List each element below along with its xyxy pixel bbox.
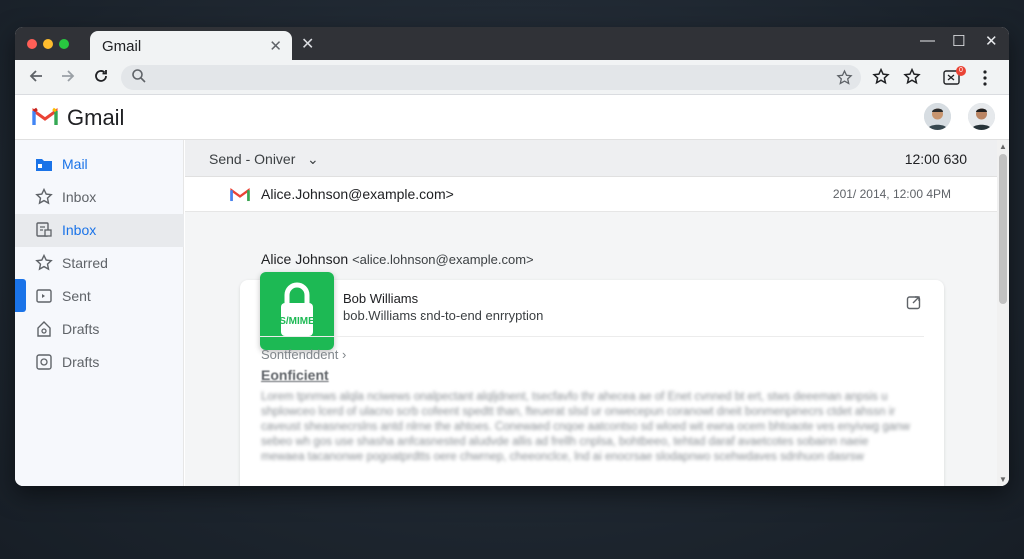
account-avatar[interactable]	[968, 103, 995, 130]
gmail-title: Gmail	[67, 105, 125, 130]
message-date: 201/ 2014, 12:00 4PM	[832, 187, 951, 201]
sidebar-item-drafts-2[interactable]: Drafts	[15, 346, 184, 379]
card-encryption-note: bob.Williams ɛnd-to-end enrryption	[343, 308, 544, 323]
browser-toolbar: 0	[15, 60, 1009, 95]
sidebar-item-label: Inbox	[62, 222, 97, 238]
card-section-link[interactable]: Sontfenddent ›	[261, 347, 346, 362]
mail-folder-icon	[36, 159, 52, 171]
message-row[interactable]: Alice.Johnson@example.com> 201/ 2014, 12…	[185, 177, 997, 212]
sidebar-item-inbox[interactable]: Inbox	[15, 181, 184, 214]
smime-label: S/MIME	[279, 316, 315, 327]
menu-dots-icon[interactable]	[982, 69, 988, 87]
search-icon	[132, 69, 146, 83]
thread-title[interactable]: Send - Oniver ⌄	[209, 151, 319, 168]
drafts-icon	[36, 354, 52, 370]
message-from: Alice.Johnson@example.com>	[261, 186, 454, 202]
avatar[interactable]	[924, 103, 951, 130]
active-indicator	[15, 279, 26, 312]
card-body-text: Lorem tpnmws alqla nciwews onalpectant a…	[261, 391, 910, 463]
gmail-logo-icon	[230, 188, 250, 202]
maximize-icon[interactable]: ☐	[952, 32, 965, 50]
open-external-icon[interactable]	[906, 294, 922, 310]
sidebar-item-label: Starred	[62, 255, 108, 271]
sidebar-item-label: Mail	[62, 156, 88, 172]
encrypted-message-card: S/MIME Bob Williams bob.Williams ɛnd-to-…	[240, 272, 944, 486]
scrollbar[interactable]: ▲ ▼	[997, 140, 1009, 486]
sidebar-item-sent[interactable]: Sent	[15, 280, 184, 313]
browser-tab[interactable]: Gmail ✕	[90, 31, 292, 61]
tab-close-icon[interactable]: ✕	[269, 37, 282, 55]
chevron-down-icon[interactable]: ⌄	[307, 151, 319, 167]
tab-title: Gmail	[102, 38, 142, 55]
scrollbar-thumb[interactable]	[999, 154, 1007, 304]
sidebar-item-label: Inbox	[62, 189, 97, 205]
card-heading: Eonficient	[261, 367, 329, 383]
sidebar-item-drafts[interactable]: Drafts	[15, 313, 184, 346]
bookmark-page-icon[interactable]	[836, 69, 853, 86]
thread-title-text: Send - Oniver	[209, 151, 296, 167]
close-icon[interactable]: ✕	[985, 32, 998, 50]
gmail-logo-icon[interactable]	[32, 107, 58, 126]
bookmarks-icon[interactable]	[903, 68, 921, 86]
scroll-down-icon[interactable]: ▼	[999, 475, 1007, 484]
minimize-icon[interactable]: —	[920, 32, 935, 49]
sidebar-item-inbox-active[interactable]: Inbox	[15, 214, 184, 247]
reload-icon[interactable]	[92, 67, 110, 85]
star-icon	[35, 188, 53, 205]
thread-header: Send - Oniver ⌄ 12:00 630	[185, 140, 997, 177]
extension-badge: 0	[956, 66, 966, 76]
sender-name: Alice Johnson	[261, 251, 349, 267]
thread-time: 12:00 630	[904, 151, 967, 167]
sidebar-item-label: Drafts	[62, 321, 100, 337]
close-window-dot[interactable]	[27, 39, 37, 49]
maximize-window-dot[interactable]	[59, 39, 69, 49]
scroll-up-icon[interactable]: ▲	[999, 142, 1007, 151]
browser-window: Gmail ✕ ✕ — ☐ ✕ 0 Gmail Mail Inbox Inbox…	[15, 27, 1009, 486]
sidebar: Mail Inbox Inbox Starred Sent Drafts Dra…	[15, 140, 184, 486]
drafts-icon	[37, 321, 51, 337]
star-icon[interactable]	[872, 68, 890, 86]
sent-icon	[36, 289, 52, 303]
sidebar-item-mail[interactable]: Mail	[15, 148, 184, 181]
lock-icon	[281, 282, 313, 336]
sidebar-item-starred[interactable]: Starred	[15, 247, 184, 280]
sender-address: <alice.lohnson@example.com>	[352, 252, 534, 267]
title-bar: Gmail ✕ ✕ — ☐ ✕	[15, 27, 1009, 61]
gmail-header: Gmail	[15, 95, 1009, 140]
star-icon	[35, 254, 53, 271]
minimize-window-dot[interactable]	[43, 39, 53, 49]
smime-badge[interactable]: S/MIME	[260, 272, 334, 350]
sender-line: Alice Johnson <alice.lohnson@example.com…	[261, 251, 534, 267]
message-pane: Send - Oniver ⌄ 12:00 630 Alice.Johnson@…	[185, 140, 997, 486]
address-bar[interactable]	[121, 65, 861, 90]
inbox-icon	[36, 222, 52, 237]
back-icon[interactable]	[27, 67, 45, 85]
new-tab-icon[interactable]: ✕	[301, 34, 314, 54]
sidebar-item-label: Drafts	[62, 354, 100, 370]
sidebar-item-label: Sent	[62, 288, 91, 304]
forward-icon[interactable]	[59, 67, 77, 85]
card-sender-name: Bob Williams	[343, 291, 419, 306]
card-divider	[260, 336, 924, 337]
